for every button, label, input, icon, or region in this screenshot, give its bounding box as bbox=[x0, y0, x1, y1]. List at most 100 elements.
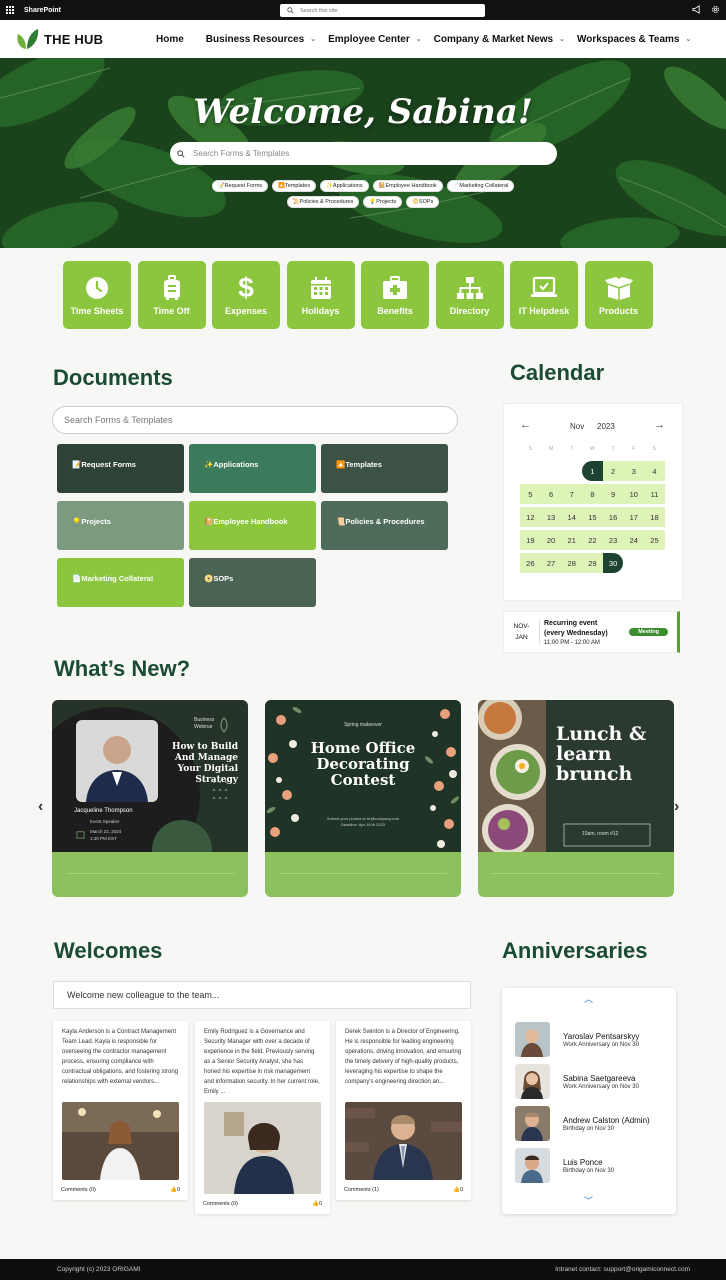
documents-search-input[interactable]: Search Forms & Templates bbox=[52, 406, 458, 434]
welcome-card-emily[interactable]: Emily Rodriguez is a Governance and Secu… bbox=[195, 1021, 330, 1214]
calendar-day[interactable]: 2 bbox=[602, 461, 624, 481]
quick-link-directory[interactable]: Directory bbox=[435, 261, 504, 329]
calendar-day[interactable]: 29 bbox=[582, 553, 603, 573]
calendar-day[interactable]: 8 bbox=[582, 484, 603, 504]
calendar-year[interactable]: 2023 bbox=[597, 422, 615, 431]
calendar-day[interactable]: 6 bbox=[540, 484, 562, 504]
calendar-icon bbox=[76, 831, 85, 839]
clock-icon bbox=[86, 276, 108, 299]
chevron-up-icon[interactable]: ︿ bbox=[584, 992, 593, 1005]
calendar-day[interactable]: 28 bbox=[561, 553, 583, 573]
calendar-day[interactable]: 4 bbox=[644, 461, 665, 481]
comments-link[interactable]: Comments (0) bbox=[61, 1187, 96, 1193]
chip-templates[interactable]: 🔼Templates bbox=[272, 180, 317, 192]
calendar-day[interactable]: 25 bbox=[644, 530, 665, 550]
arrow-left-icon[interactable]: ← bbox=[520, 419, 531, 431]
doc-tile-request-forms[interactable]: 📝Request Forms bbox=[57, 444, 184, 493]
calendar-event[interactable]: NOV- JAN Recurring event (every Wednesday… bbox=[503, 611, 680, 653]
like-button[interactable]: 👍0 bbox=[170, 1187, 180, 1193]
calendar-day[interactable]: 5 bbox=[520, 484, 541, 504]
anniversary-item[interactable]: Yaroslav Pentsarskyy Work Anniversary on … bbox=[515, 1022, 639, 1057]
chip-projects[interactable]: 💡Projects bbox=[363, 196, 403, 208]
quick-link-expenses[interactable]: $ Expenses bbox=[212, 261, 280, 329]
calendar-day[interactable]: 21 bbox=[561, 530, 583, 550]
comments-link[interactable]: Comments (0) bbox=[203, 1201, 238, 1207]
comments-link[interactable]: Comments (1) bbox=[344, 1187, 379, 1193]
carousel-prev-icon[interactable]: ‹ bbox=[38, 798, 43, 816]
calendar-day[interactable]: 9 bbox=[602, 484, 624, 504]
calendar-day[interactable]: 14 bbox=[561, 507, 583, 527]
quick-link-holidays[interactable]: Holidays bbox=[286, 261, 355, 329]
calendar-day[interactable]: 17 bbox=[623, 507, 645, 527]
calendar-day[interactable]: 7 bbox=[561, 484, 583, 504]
settings-icon[interactable] bbox=[711, 5, 720, 14]
calendar-day[interactable]: 16 bbox=[602, 507, 624, 527]
calendar-day[interactable]: 24 bbox=[623, 530, 645, 550]
anniversary-item[interactable]: Luis Ponce Birthday on Nov 30 bbox=[515, 1148, 614, 1183]
nav-label: Business Resources bbox=[205, 33, 305, 45]
news-card-lunch-learn[interactable]: Lunch & learn brunch 10am, room #12 bbox=[478, 700, 674, 897]
chip-policies-procedures[interactable]: 📜Policies & Procedures bbox=[286, 196, 360, 208]
anniversary-item[interactable]: Sabina Saetgareeva Work Anniversary on No… bbox=[515, 1064, 639, 1099]
like-button[interactable]: 👍0 bbox=[453, 1187, 463, 1193]
calendar-day[interactable]: 22 bbox=[582, 530, 603, 550]
quick-link-it-helpdesk[interactable]: IT Helpdesk bbox=[510, 261, 578, 329]
calendar-day[interactable]: 1 bbox=[582, 461, 603, 481]
calendar-day[interactable]: 3 bbox=[623, 461, 645, 481]
megaphone-icon[interactable] bbox=[692, 5, 701, 14]
doc-tile-policies-procedures[interactable]: 📜Policies & Procedures bbox=[321, 501, 448, 550]
chip-employee-handbook[interactable]: 📔Employee Handbook bbox=[372, 180, 443, 192]
calendar-day[interactable]: 20 bbox=[540, 530, 562, 550]
footer-contact[interactable]: Intranet contact: support@origamiconnect… bbox=[555, 1266, 690, 1273]
doc-tile-marketing-collateral[interactable]: 📄Marketing Collateral bbox=[57, 558, 184, 607]
welcome-card-kayla[interactable]: Kayla Anderson is a Contract Management … bbox=[53, 1021, 188, 1200]
chip-request-forms[interactable]: 📝Request Forms bbox=[211, 180, 269, 192]
doc-tile-templates[interactable]: 🔼Templates bbox=[321, 444, 448, 493]
chip-sops[interactable]: 📀SOPs bbox=[406, 196, 440, 208]
calendar-day[interactable]: 12 bbox=[520, 507, 541, 527]
calendar-day[interactable]: 15 bbox=[582, 507, 603, 527]
chevron-down-icon[interactable]: ﹀ bbox=[584, 1194, 593, 1207]
welcome-message-input[interactable]: Welcome new colleague to the team... bbox=[53, 981, 471, 1009]
quick-link-time-sheets[interactable]: Time Sheets bbox=[63, 261, 131, 329]
nav-workspaces-teams[interactable]: Workspaces & Teams ⌄ bbox=[577, 34, 691, 45]
quick-link-time-off[interactable]: Time Off bbox=[137, 261, 206, 329]
calendar-day[interactable]: 13 bbox=[540, 507, 562, 527]
doc-tile-employee-handbook[interactable]: 📔Employee Handbook bbox=[189, 501, 316, 550]
chip-applications[interactable]: ✨Applications bbox=[320, 180, 369, 192]
doc-tile-applications[interactable]: ✨Applications bbox=[189, 444, 316, 493]
app-launcher-icon[interactable] bbox=[6, 6, 14, 14]
nav-business-resources[interactable]: Business Resources ⌄ bbox=[206, 34, 316, 45]
anniversary-item[interactable]: Andrew Calston (Admin) Birthday on Nov 30 bbox=[515, 1106, 650, 1141]
calendar-day[interactable]: 27 bbox=[540, 553, 562, 573]
doc-tile-sops[interactable]: 📀SOPs bbox=[189, 558, 316, 607]
quick-link-label: Expenses bbox=[224, 305, 268, 316]
weekday: S bbox=[528, 446, 533, 452]
like-button[interactable]: 👍0 bbox=[312, 1201, 322, 1207]
quick-link-products[interactable]: Products bbox=[584, 261, 653, 329]
site-logo[interactable]: THE HUB bbox=[15, 28, 103, 50]
calendar-day[interactable]: 26 bbox=[520, 553, 541, 573]
quick-link-benefits[interactable]: Benefits bbox=[361, 261, 429, 329]
news-card-decorating-contest[interactable]: Spring makeover Home Office Decorating C… bbox=[265, 700, 461, 897]
app-name[interactable]: SharePoint bbox=[24, 7, 61, 14]
welcome-card-derek[interactable]: Derek Swinton is a Director of Engineeri… bbox=[336, 1021, 471, 1200]
site-search-input[interactable]: Search this site bbox=[280, 4, 485, 17]
doc-tile-projects[interactable]: 💡Projects bbox=[57, 501, 184, 550]
nav-employee-center[interactable]: Employee Center ⌄ bbox=[328, 34, 422, 45]
nav-home[interactable]: Home bbox=[156, 34, 184, 45]
chip-marketing-collateral[interactable]: 📄Marketing Collateral bbox=[446, 180, 515, 192]
calendar-day[interactable]: 23 bbox=[602, 530, 624, 550]
nav-label: Workspaces & Teams bbox=[577, 33, 680, 45]
arrow-right-icon[interactable]: → bbox=[654, 419, 665, 431]
news-card-webinar[interactable]: Business Webinar How to Build And Manage… bbox=[52, 700, 248, 897]
carousel-next-icon[interactable]: › bbox=[674, 798, 679, 816]
calendar-day[interactable]: 30 bbox=[602, 553, 624, 573]
calendar-day[interactable]: 11 bbox=[644, 484, 665, 504]
calendar-day[interactable]: 19 bbox=[520, 530, 541, 550]
hero-search-input[interactable]: Search Forms & Templates bbox=[170, 142, 557, 165]
calendar-day[interactable]: 10 bbox=[623, 484, 645, 504]
nav-company-market-news[interactable]: Company & Market News ⌄ bbox=[434, 34, 565, 45]
calendar-day[interactable]: 18 bbox=[644, 507, 665, 527]
calendar-month[interactable]: Nov bbox=[570, 422, 584, 431]
